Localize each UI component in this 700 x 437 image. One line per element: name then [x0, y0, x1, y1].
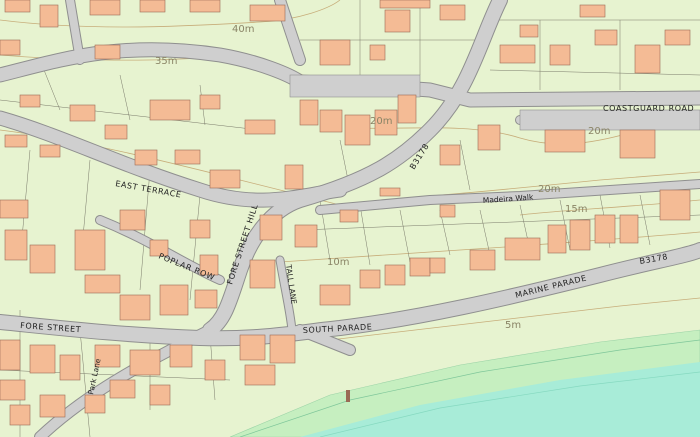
map-canvas[interactable]: 40m 35m 20m 20m 20m 15m 10m 5m COASTGUAR…	[0, 0, 700, 437]
contour-label-20m-c: 20m	[538, 184, 560, 195]
label-coastguard-road[interactable]: COASTGUARD ROAD	[603, 104, 694, 113]
slipway	[346, 390, 350, 402]
contour-label-20m-b: 20m	[588, 126, 610, 137]
map-viewport[interactable]: 40m 35m 20m 20m 20m 15m 10m 5m COASTGUAR…	[0, 0, 700, 437]
contour-label-10m: 10m	[327, 257, 349, 268]
contour-label-35m: 35m	[155, 56, 177, 67]
contour-label-5m: 5m	[505, 320, 521, 331]
contour-label-40m: 40m	[232, 24, 254, 35]
contour-label-20m-a: 20m	[370, 116, 392, 127]
contour-label-15m: 15m	[565, 204, 587, 215]
